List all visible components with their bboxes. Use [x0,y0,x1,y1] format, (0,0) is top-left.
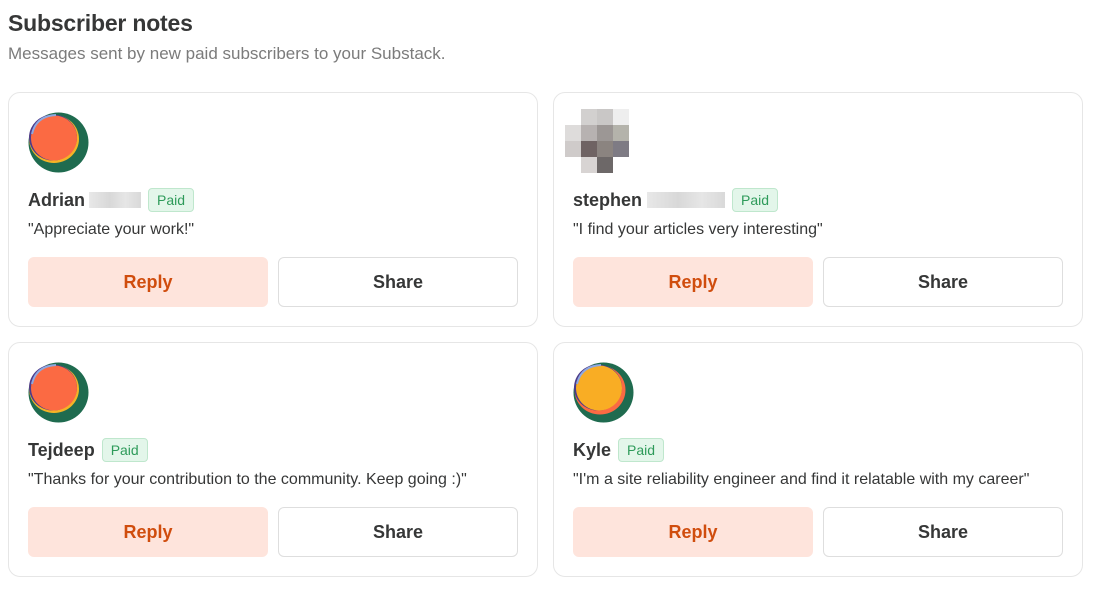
paid-badge: Paid [101,438,148,462]
subscriber-note-card: Kyle Paid "I'm a site reliability engine… [553,342,1083,577]
subscriber-note-card: Tejdeep Paid "Thanks for your contributi… [8,342,538,577]
avatar-icon [573,362,634,423]
avatar-icon [28,362,89,423]
avatar[interactable] [28,362,89,423]
share-button[interactable]: Share [823,257,1063,307]
name-row: Adrian Paid [28,187,195,213]
avatar[interactable] [28,112,89,173]
redacted-surname [89,192,142,208]
avatar-icon [565,109,629,173]
subscriber-message: "Appreciate your work!" [28,221,195,238]
name-row: Kyle Paid [573,437,665,463]
subscriber-message: "I'm a site reliability engineer and fin… [573,471,1030,488]
paid-badge: Paid [148,188,195,212]
subscriber-message: "I find your articles very interesting" [573,221,823,238]
page-subtitle: Messages sent by new paid subscribers to… [8,44,446,63]
subscriber-name: Tejdeep [28,439,95,460]
name-row: stephen Paid [573,187,779,213]
share-button[interactable]: Share [278,257,518,307]
page-title: Subscriber notes [8,10,193,36]
subscriber-note-card: Adrian Paid "Appreciate your work!" Repl… [8,92,538,327]
share-button[interactable]: Share [278,507,518,557]
subscriber-name: stephen [573,189,643,210]
subscriber-name: Kyle [573,439,612,460]
subscriber-note-card: stephen Paid "I find your articles very … [553,92,1083,327]
reply-button[interactable]: Reply [573,257,813,307]
avatar[interactable] [565,109,634,173]
paid-badge: Paid [618,438,665,462]
reply-button[interactable]: Reply [28,507,268,557]
subscriber-message: "Thanks for your contribution to the com… [28,471,467,488]
avatar-icon [28,112,89,173]
name-row: Tejdeep Paid [28,437,148,463]
paid-badge: Paid [732,188,779,212]
reply-button[interactable]: Reply [573,507,813,557]
subscriber-name: Adrian [28,189,86,210]
redacted-surname [647,192,726,208]
reply-button[interactable]: Reply [28,257,268,307]
avatar[interactable] [573,362,634,423]
share-button[interactable]: Share [823,507,1063,557]
